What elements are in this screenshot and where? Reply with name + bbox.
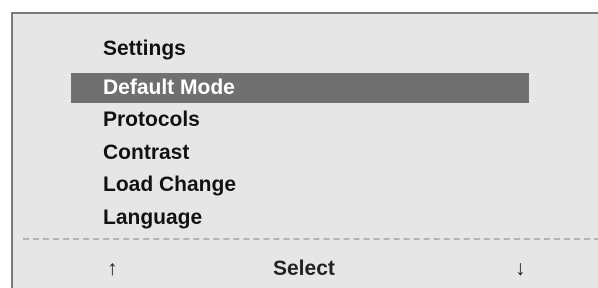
- arrow-down-icon[interactable]: ↓: [515, 254, 526, 284]
- device-screen: Settings Default Mode Protocols Contrast…: [11, 12, 598, 288]
- menu-item-protocols[interactable]: Protocols: [103, 105, 200, 135]
- menu-item-default-mode[interactable]: Default Mode: [71, 73, 529, 103]
- menu-title: Settings: [103, 37, 186, 60]
- menu-item-load-change[interactable]: Load Change: [103, 170, 236, 200]
- arrow-up-icon[interactable]: ↑: [107, 254, 118, 284]
- menu-item-contrast[interactable]: Contrast: [103, 138, 189, 168]
- menu-item-language[interactable]: Language: [103, 203, 202, 233]
- softkey-divider: [23, 238, 598, 240]
- select-button[interactable]: Select: [273, 254, 335, 284]
